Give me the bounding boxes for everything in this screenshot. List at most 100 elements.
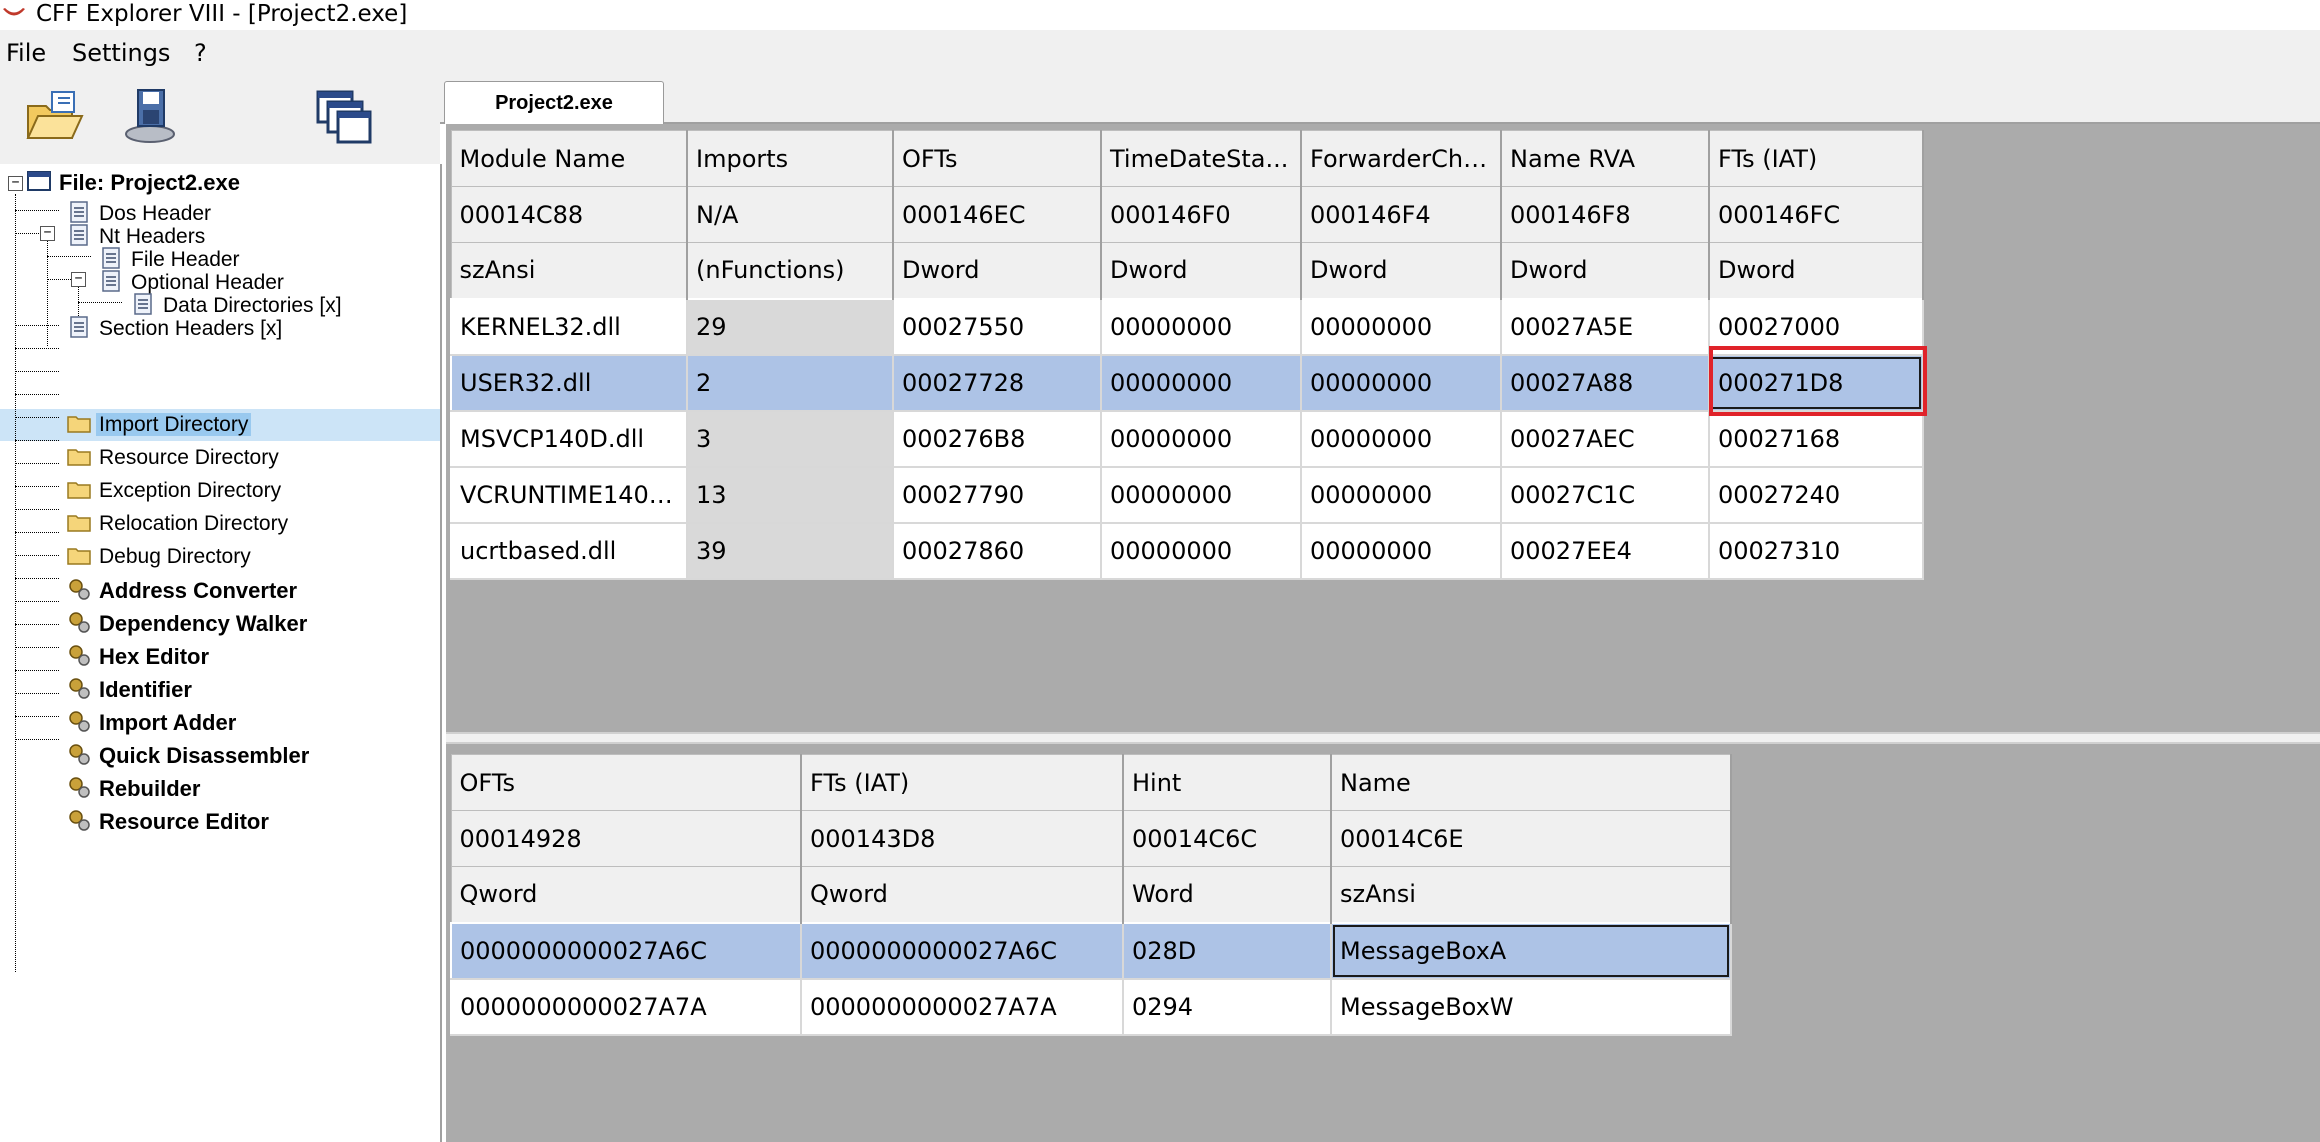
table-cell[interactable]: 00027550 (892, 297, 1102, 356)
tab-project2[interactable]: Project2.exe (444, 81, 664, 124)
column-header[interactable]: ForwarderCha... (1300, 130, 1502, 187)
column-header[interactable]: FTs (IAT) (800, 754, 1124, 811)
menu-file[interactable]: File (6, 38, 46, 68)
table-cell[interactable]: 00000000 (1100, 521, 1302, 580)
table-cell[interactable]: 028D (1122, 921, 1332, 980)
tree-item-exception-directory[interactable]: Exception Directory (66, 475, 284, 507)
table-cell-focused[interactable]: MessageBoxA (1330, 921, 1732, 980)
table-cell[interactable]: 00000000 (1100, 465, 1302, 524)
table-cell[interactable]: 00000000 (1300, 297, 1502, 356)
column-header[interactable]: TimeDateSta... (1100, 130, 1302, 187)
table-cell[interactable]: MessageBoxW (1330, 977, 1732, 1036)
tree-item-import-adder[interactable]: Import Adder (66, 706, 239, 738)
tree-item-section-headers[interactable]: Section Headers [x] (66, 313, 285, 345)
table-cell[interactable]: 00027AEC (1500, 409, 1710, 468)
table-cell[interactable]: 00000000 (1300, 465, 1502, 524)
collapse-toggle[interactable]: − (71, 272, 86, 287)
tree-item-debug-directory[interactable]: Debug Directory (66, 541, 254, 573)
table-cell[interactable]: 00027790 (892, 465, 1102, 524)
window-title: CFF Explorer VIII - [Project2.exe] (36, 1, 408, 27)
table-cell[interactable]: KERNEL32.dll (450, 297, 688, 356)
table-cell[interactable]: 00000000 (1100, 409, 1302, 468)
table-cell[interactable]: 00027A5E (1500, 297, 1710, 356)
collapse-toggle[interactable]: − (40, 226, 55, 241)
table-cell[interactable]: 0000000000027A7A (800, 977, 1124, 1036)
table-cell[interactable]: MSVCP140D.dll (450, 409, 688, 468)
modules-type-row: szAnsi (nFunctions) Dword Dword Dword Dw… (450, 242, 1924, 299)
folder-icon (67, 515, 91, 533)
header-type: Dword (1300, 242, 1502, 299)
tree-item-import-directory[interactable]: Import Directory (66, 409, 252, 441)
table-cell[interactable]: VCRUNTIME140D... (450, 465, 688, 524)
table-cell[interactable]: 00000000 (1300, 521, 1502, 580)
table-row-selected[interactable]: USER32.dll 2 00027728 00000000 00000000 … (450, 353, 1924, 412)
table-cell[interactable]: USER32.dll (450, 353, 688, 412)
table-cell[interactable]: 00000000 (1300, 353, 1502, 412)
table-cell[interactable]: 13 (686, 465, 894, 524)
menu-help[interactable]: ? (194, 38, 207, 68)
menu-settings[interactable]: Settings (72, 38, 170, 68)
table-cell[interactable]: 00000000 (1300, 409, 1502, 468)
column-header[interactable]: OFTs (892, 130, 1102, 187)
tool-icon (69, 645, 90, 666)
table-cell[interactable]: 2 (686, 353, 894, 412)
table-cell[interactable]: 39 (686, 521, 894, 580)
column-header[interactable]: Hint (1122, 754, 1332, 811)
table-cell[interactable]: 00000000 (1100, 353, 1302, 412)
tree-item-identifier[interactable]: Identifier (66, 673, 195, 705)
table-cell[interactable]: 00027C1C (1500, 465, 1710, 524)
table-row[interactable]: KERNEL32.dll 29 00027550 00000000 000000… (450, 297, 1924, 356)
column-header[interactable]: Name RVA (1500, 130, 1710, 187)
table-cell-focused[interactable]: 000271D8 (1708, 353, 1924, 412)
tree-line (15, 601, 59, 602)
tree-item-relocation-directory[interactable]: Relocation Directory (66, 508, 291, 540)
table-cell[interactable]: ucrtbased.dll (450, 521, 688, 580)
table-cell[interactable]: 00027310 (1708, 521, 1924, 580)
table-row-selected[interactable]: 0000000000027A6C 0000000000027A6C 028D M… (450, 921, 1732, 980)
column-header[interactable]: FTs (IAT) (1708, 130, 1924, 187)
tree-item-quick-disassembler[interactable]: Quick Disassembler (66, 739, 312, 771)
tree-item-file[interactable]: File: Project2.exe (26, 166, 243, 198)
table-cell[interactable]: 00027728 (892, 353, 1102, 412)
column-header[interactable]: Name (1330, 754, 1732, 811)
column-header[interactable]: OFTs (450, 754, 802, 811)
table-row[interactable]: VCRUNTIME140D... 13 00027790 00000000 00… (450, 465, 1924, 524)
tree-item-label: Import Directory (96, 413, 252, 437)
tree-item-address-converter[interactable]: Address Converter (66, 574, 300, 606)
modules-offset-row: 00014C88 N/A 000146EC 000146F0 000146F4 … (450, 186, 1924, 243)
table-row[interactable]: MSVCP140D.dll 3 000276B8 00000000 000000… (450, 409, 1924, 468)
table-cell[interactable]: 3 (686, 409, 894, 468)
open-file-icon[interactable] (22, 84, 86, 148)
column-header[interactable]: Imports (686, 130, 894, 187)
column-header[interactable]: Module Name (450, 130, 688, 187)
table-cell[interactable]: 00027168 (1708, 409, 1924, 468)
tree-item-resource-directory[interactable]: Resource Directory (66, 442, 282, 474)
header-type: Dword (892, 242, 1102, 299)
table-cell[interactable]: 0000000000027A6C (450, 921, 802, 980)
header-type: Dword (1708, 242, 1924, 299)
table-row[interactable]: 0000000000027A7A 0000000000027A7A 0294 M… (450, 977, 1732, 1036)
tree-item-label: Resource Directory (99, 446, 279, 470)
header-type: (nFunctions) (686, 242, 894, 299)
header-offset: 000146EC (892, 186, 1102, 243)
table-cell[interactable]: 0000000000027A7A (450, 977, 802, 1036)
table-row[interactable]: ucrtbased.dll 39 00027860 00000000 00000… (450, 521, 1924, 580)
table-cell[interactable]: 00027240 (1708, 465, 1924, 524)
table-cell[interactable]: 00027A88 (1500, 353, 1710, 412)
table-cell[interactable]: 00027000 (1708, 297, 1924, 356)
tree-item-hex-editor[interactable]: Hex Editor (66, 640, 212, 672)
tree-item-rebuilder[interactable]: Rebuilder (66, 772, 203, 804)
table-cell[interactable]: 000276B8 (892, 409, 1102, 468)
table-cell[interactable]: 0000000000027A6C (800, 921, 1124, 980)
horizontal-splitter[interactable] (446, 732, 2320, 744)
windows-icon[interactable] (312, 84, 376, 148)
collapse-toggle[interactable]: − (8, 176, 23, 191)
tree-item-resource-editor[interactable]: Resource Editor (66, 805, 272, 837)
table-cell[interactable]: 29 (686, 297, 894, 356)
table-cell[interactable]: 00000000 (1100, 297, 1302, 356)
table-cell[interactable]: 00027860 (892, 521, 1102, 580)
table-cell[interactable]: 00027EE4 (1500, 521, 1710, 580)
tree-item-dependency-walker[interactable]: Dependency Walker (66, 607, 310, 639)
save-file-icon[interactable] (118, 84, 182, 148)
table-cell[interactable]: 0294 (1122, 977, 1332, 1036)
